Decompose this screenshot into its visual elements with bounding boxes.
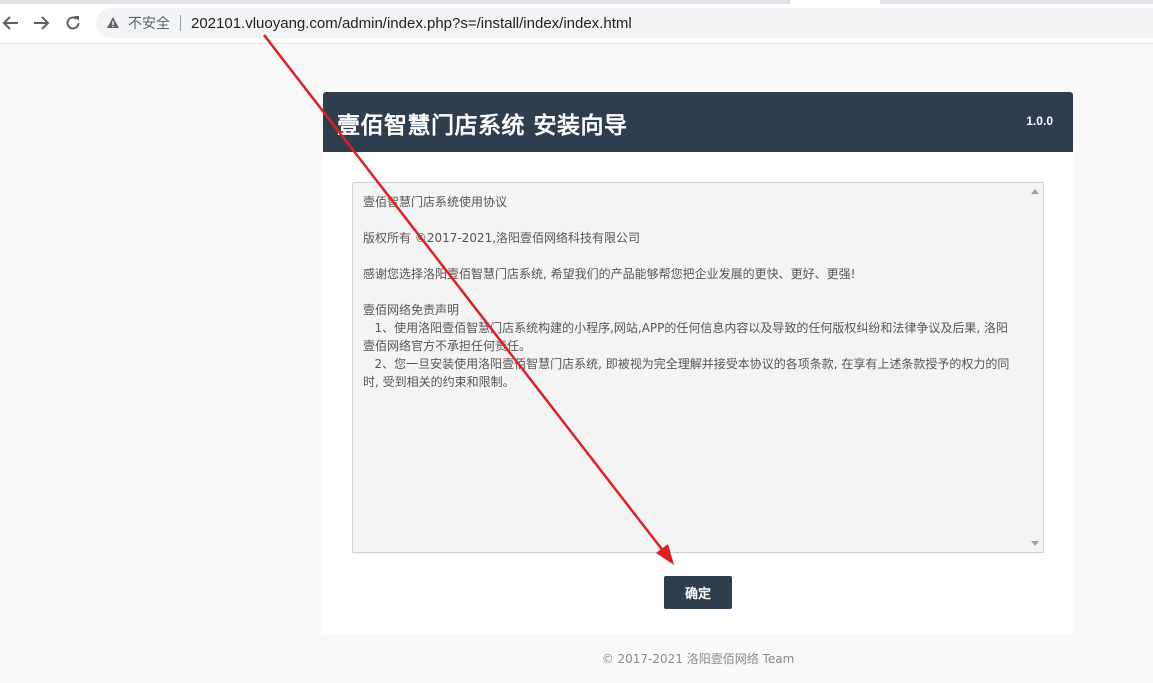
page-title: 壹佰智慧门店系统 安装向导 (337, 113, 628, 139)
arrow-left-icon (2, 16, 18, 30)
warning-icon[interactable] (106, 16, 120, 30)
separator (180, 15, 181, 31)
card-header: 壹佰智慧门店系统 安装向导 1.0.0 (323, 92, 1073, 152)
security-status-label[interactable]: 不安全 (128, 13, 170, 33)
forward-button[interactable] (30, 12, 52, 34)
scrollbar[interactable] (1027, 183, 1043, 552)
confirm-button[interactable]: 确定 (664, 576, 732, 609)
version-label: 1.0.0 (1026, 114, 1053, 128)
back-button[interactable] (0, 12, 22, 34)
footer-copyright: © 2017-2021 洛阳壹佰网络 Team (601, 652, 795, 666)
url-text[interactable]: 202101.vluoyang.com/admin/index.php?s=/i… (191, 15, 632, 32)
tab-strip (0, 0, 1153, 4)
arrow-right-icon (34, 16, 50, 30)
reload-button[interactable] (62, 12, 84, 34)
scroll-up-icon[interactable] (1031, 189, 1039, 194)
reload-icon (66, 16, 80, 30)
agreement-text: 壹佰智慧门店系统使用协议 版权所有 ©2017-2021,洛阳壹佰网络科技有限公… (363, 195, 1010, 389)
agreement-textarea[interactable]: 壹佰智慧门店系统使用协议 版权所有 ©2017-2021,洛阳壹佰网络科技有限公… (352, 182, 1044, 553)
install-wizard-card: 壹佰智慧门店系统 安装向导 1.0.0 壹佰智慧门店系统使用协议 版权所有 ©2… (323, 92, 1073, 634)
address-bar[interactable]: 不安全 202101.vluoyang.com/admin/index.php?… (96, 8, 1153, 38)
scroll-down-icon[interactable] (1031, 541, 1039, 546)
active-tab[interactable] (790, 0, 880, 4)
browser-toolbar: 不安全 202101.vluoyang.com/admin/index.php?… (0, 0, 1153, 44)
